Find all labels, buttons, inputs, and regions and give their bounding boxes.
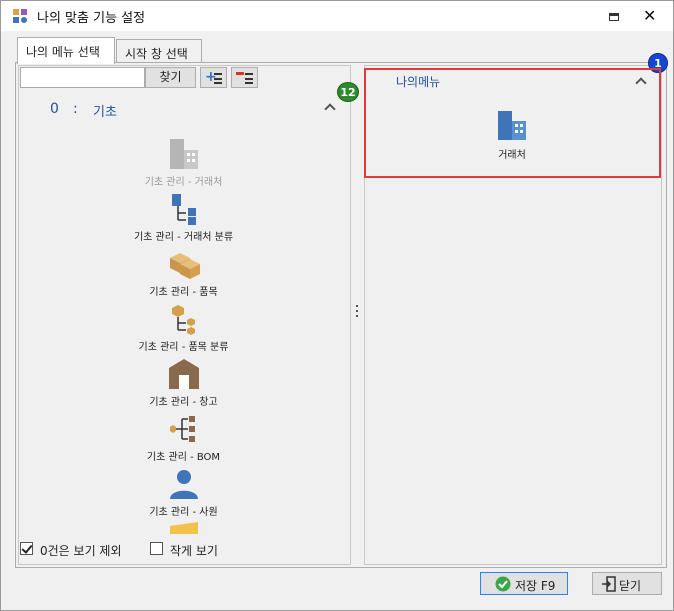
tab-my-menu[interactable]: 나의 메뉴 선택 (17, 37, 115, 64)
minus-icon (236, 72, 244, 75)
close-button[interactable]: 닫기 (592, 572, 662, 595)
group-name: 기초 (93, 105, 117, 120)
group-number: 0 (50, 101, 59, 117)
boxes-icon (170, 253, 200, 279)
menu-item[interactable]: 기초 관리 - 거래처 분류 (17, 193, 350, 248)
menu-item-label: 기초 관리 - 거래처 (144, 177, 223, 188)
person-icon (170, 470, 198, 499)
menu-item[interactable]: 기초 관리 - 거래처 (17, 138, 350, 193)
menu-item[interactable]: 기초 관리 - BOM (17, 413, 350, 468)
close-window-button[interactable]: ✕ (637, 5, 665, 27)
small-view-checkbox[interactable] (150, 542, 163, 555)
folder-icon (170, 522, 198, 534)
menu-item-label: 기초 관리 - 품목 (149, 287, 218, 298)
my-menu-item-label: 거래처 (498, 150, 526, 161)
box-tree-icon (172, 305, 195, 335)
menu-item-label: 기초 관리 - 사원 (149, 507, 218, 518)
check-circle-icon (495, 576, 511, 592)
find-button[interactable]: 찾기 (145, 67, 196, 88)
menu-item-label: 기초 관리 - 품목 분류 (138, 342, 229, 353)
exclude-zero-checkbox[interactable] (20, 542, 33, 555)
tab-start-window[interactable]: 시작 창 선택 (116, 39, 202, 63)
save-button-label: 저장 F9 (515, 579, 556, 593)
title-bar: 나의 맞춤 기능 설정 ✕ (1, 1, 673, 31)
group-separator: : (73, 101, 78, 117)
my-menu-item[interactable]: 거래처 (470, 110, 554, 170)
remove-from-menu-button[interactable] (231, 67, 258, 88)
exclude-zero-label: 0건은 보기 제외 (40, 544, 122, 558)
small-view-label: 작게 보기 (170, 544, 218, 558)
minimize-icon (609, 13, 619, 21)
collapse-my-menu-chevron-icon[interactable] (635, 76, 647, 86)
close-button-label: 닫기 (619, 579, 642, 593)
my-menu-title: 나의메뉴 (396, 75, 441, 89)
warehouse-icon (169, 359, 199, 389)
bom-tree-icon (170, 416, 195, 442)
add-to-menu-button[interactable]: + (200, 67, 227, 88)
app-icon (13, 9, 29, 25)
menu-item-label: 기초 관리 - 창고 (149, 397, 218, 408)
menu-item-label: 기초 관리 - BOM (146, 452, 221, 463)
menu-item[interactable]: 기초 관리 - 품목 분류 (17, 303, 350, 358)
count-badge-left: 12 (337, 82, 359, 102)
panel-splitter[interactable] (354, 305, 360, 321)
collapse-group-chevron-icon[interactable] (324, 102, 336, 112)
menu-item[interactable]: 기초 관리 - 품목 (17, 248, 350, 303)
list-icon (214, 73, 222, 84)
close-icon: ✕ (643, 6, 657, 25)
exit-door-icon (602, 576, 616, 592)
building-icon (498, 111, 526, 140)
save-button[interactable]: 저장 F9 (480, 572, 568, 595)
minimize-button[interactable] (600, 5, 628, 27)
menu-item[interactable]: 기초 관리 - 창고 (17, 358, 350, 413)
menu-item-label: 기초 관리 - 거래처 분류 (133, 232, 234, 243)
building-tree-icon (172, 194, 196, 225)
window-title: 나의 맞춤 기능 설정 (37, 11, 146, 26)
building-icon (170, 139, 198, 169)
menu-item[interactable]: 기초 관리 - 사원 (17, 468, 350, 523)
list-icon (245, 73, 253, 84)
search-input[interactable] (20, 67, 145, 88)
